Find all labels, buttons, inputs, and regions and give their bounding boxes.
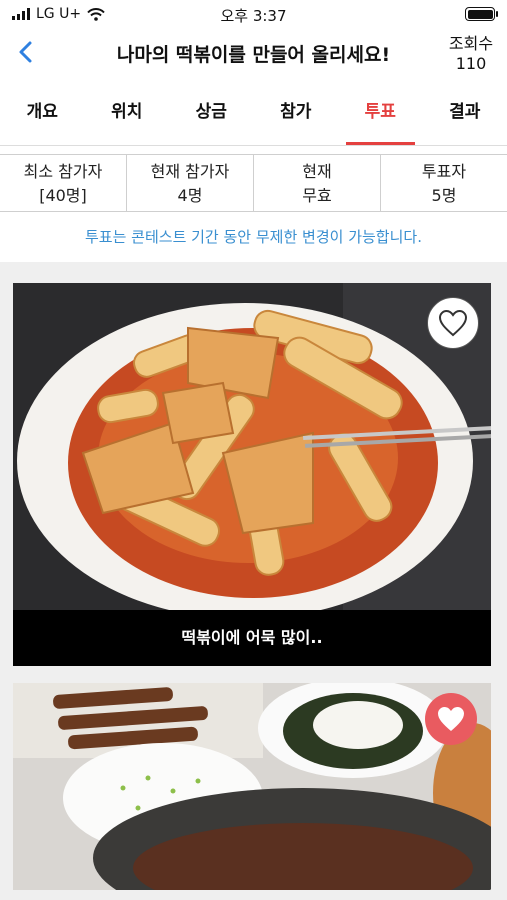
view-count: 조회수 110 (447, 34, 495, 74)
tab-results[interactable]: 결과 (423, 88, 507, 145)
tab-join[interactable]: 참가 (254, 88, 339, 145)
stat-label: 현재 참가자 (150, 162, 230, 181)
back-button[interactable] (10, 36, 42, 68)
chevron-left-icon (19, 41, 32, 63)
tab-overview[interactable]: 개요 (0, 88, 85, 145)
entry-card[interactable] (13, 683, 491, 890)
entry-card[interactable]: 떡볶이에 어묵 많이.. (13, 283, 491, 666)
stat-value: 4명 (177, 186, 203, 205)
view-count-value: 110 (455, 54, 487, 73)
entry-photo-meal (13, 683, 491, 890)
like-button[interactable] (425, 693, 477, 745)
entry-photo-tteokbokki (13, 283, 491, 610)
stat-label: 최소 참가자 (23, 162, 103, 181)
stat-label: 현재 (302, 162, 332, 181)
tab-vote[interactable]: 투표 (338, 88, 423, 145)
view-count-label: 조회수 (448, 34, 494, 53)
stat-min-participants: 최소 참가자 [40명] (0, 155, 127, 211)
stat-value: 5명 (431, 186, 457, 205)
status-time: 오후 3:37 (220, 7, 287, 25)
heart-outline-icon (438, 309, 468, 337)
status-bar: LG U+ 오후 3:37 (0, 0, 507, 30)
stat-voters: 투표자 5명 (381, 155, 507, 211)
vote-notice: 투표는 콘테스트 기간 동안 무제한 변경이 가능합니다. (85, 228, 422, 246)
page-title: 나마의 떡볶이를 만들어 올리세요! (116, 44, 391, 66)
stat-current-status: 현재 무효 (254, 155, 381, 211)
tab-location[interactable]: 위치 (85, 88, 170, 145)
stat-value: 무효 (302, 186, 332, 205)
stat-value: [40명] (39, 186, 87, 205)
nav-bar: 나마의 떡볶이를 만들어 올리세요! 조회수 110 (0, 30, 507, 78)
entry-caption: 떡볶이에 어묵 많이.. (13, 610, 491, 666)
battery-icon (465, 7, 498, 21)
stats-table: 최소 참가자 [40명] 현재 참가자 4명 현재 무효 투표자 5명 (0, 154, 507, 212)
heart-filled-icon (438, 707, 464, 731)
tab-bar: 개요 위치 상금 참가 투표 결과 (0, 88, 507, 146)
like-button[interactable] (427, 297, 479, 349)
stat-current-participants: 현재 참가자 4명 (127, 155, 254, 211)
tab-prize[interactable]: 상금 (169, 88, 254, 145)
stat-label: 투표자 (421, 162, 467, 181)
